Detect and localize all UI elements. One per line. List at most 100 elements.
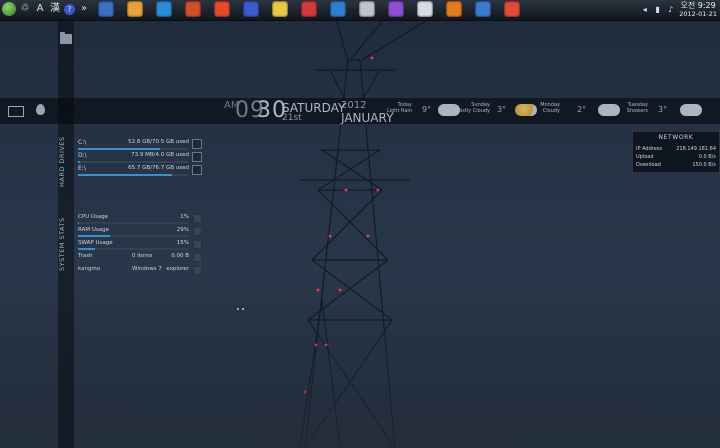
- clock-day: 21st: [282, 113, 302, 123]
- taskbar: ♲ A 漢 ? » ◂ ▮ ♪ 오전 9:29 2012-01-21: [0, 0, 720, 21]
- drive-usage-fill: [78, 148, 161, 150]
- stat-bar: [78, 222, 188, 224]
- stat-value: 1%: [180, 214, 189, 220]
- pinned-app-icon[interactable]: [504, 1, 520, 17]
- volume-icon[interactable]: ♪: [666, 5, 675, 14]
- user-row: kangmo Windows 7 explorer: [78, 266, 202, 278]
- drive-usage-fill: [78, 161, 80, 163]
- pinned-app-icon[interactable]: [98, 1, 114, 17]
- tray-arrow-icon[interactable]: »: [78, 2, 90, 16]
- drive-name: D:\: [78, 152, 87, 159]
- stat-name: SWAP Usage: [78, 240, 113, 246]
- recycle-icon[interactable]: ♲: [19, 2, 31, 16]
- drive-usage: 65.7 GB/76.7 GB used: [128, 165, 189, 171]
- pinned-app-icon[interactable]: [330, 1, 346, 17]
- network-value: 0.0 B/s: [698, 154, 716, 160]
- drive-usage-bar: [78, 161, 188, 163]
- drive-usage-bar: [78, 148, 188, 150]
- user-icon[interactable]: [193, 266, 202, 275]
- drive-c[interactable]: C:\ 52.8 GB/70.5 GB used: [78, 139, 202, 153]
- pinned-app-icon[interactable]: [359, 1, 375, 17]
- network-label: IP Address: [636, 146, 662, 152]
- cpu-usage-row: CPU Usage 1%: [78, 214, 202, 226]
- drive-name: C:\: [78, 139, 87, 146]
- weather-condition: Mostly Cloudy: [454, 108, 490, 114]
- weather-condition: Light Rain: [386, 108, 412, 114]
- network-title: NETWORK: [658, 134, 694, 141]
- drive-icon[interactable]: [192, 152, 202, 162]
- show-hidden-icons-icon[interactable]: ◂: [640, 5, 649, 14]
- drive-usage-fill: [78, 174, 173, 176]
- pinned-app-icon[interactable]: [446, 1, 462, 17]
- network-label: Download: [636, 162, 661, 168]
- folder-icon[interactable]: [60, 32, 72, 44]
- stat-bar-fill: [78, 222, 80, 224]
- stat-name: kangmo: [78, 266, 101, 272]
- stat-bar-fill: [78, 248, 95, 250]
- system-tray: ◂ ▮ ♪ 오전 9:29 2012-01-21: [640, 1, 717, 18]
- stat-value: 29%: [176, 227, 189, 233]
- showers-cloud-icon: [680, 104, 702, 116]
- pinned-app-icon[interactable]: [127, 1, 143, 17]
- network-value: 150.0 B/s: [692, 162, 716, 168]
- pinned-app-icon[interactable]: [272, 1, 288, 17]
- pinned-app-icon[interactable]: [243, 1, 259, 17]
- network-panel: NETWORK IP Address 218.149.181.64 Upload…: [632, 131, 720, 173]
- pinned-app-icon[interactable]: [156, 1, 172, 17]
- stat-middle: 0 items: [132, 253, 153, 259]
- taskbar-left: ♲ A 漢 ? »: [2, 2, 90, 16]
- taskbar-time: 오전 9:29: [680, 1, 716, 10]
- stat-value: 0.00 B: [171, 253, 189, 259]
- system-stats-label: SYSTEM STATS: [58, 217, 66, 271]
- cpu-icon[interactable]: [193, 214, 202, 223]
- drive-d[interactable]: D:\ 73.9 MB/4.0 GB used: [78, 152, 202, 166]
- taskbar-date: 2012-01-21: [679, 10, 717, 18]
- swap-icon[interactable]: [193, 240, 202, 249]
- pinned-app-icon[interactable]: [185, 1, 201, 17]
- stat-name: Trash: [78, 253, 93, 259]
- stat-name: CPU Usage: [78, 214, 109, 220]
- network-label: Upload: [636, 154, 654, 160]
- drive-usage: 52.8 GB/70.5 GB used: [128, 139, 189, 145]
- drive-icon[interactable]: [192, 139, 202, 149]
- swap-usage-row: SWAP Usage 15%: [78, 240, 202, 252]
- stat-bar-fill: [78, 235, 110, 237]
- help-icon[interactable]: ?: [64, 3, 75, 15]
- drive-usage: 73.9 MB/4.0 GB used: [131, 152, 189, 158]
- drive-e[interactable]: E:\ 65.7 GB/76.7 GB used: [78, 165, 202, 179]
- network-tray-icon[interactable]: ▮: [653, 5, 662, 14]
- stat-bar: [78, 235, 188, 237]
- ram-icon[interactable]: [193, 227, 202, 236]
- stat-name: RAM Usage: [78, 227, 109, 233]
- stat-value: explorer: [166, 266, 189, 272]
- stat-value: 15%: [176, 240, 189, 246]
- pinned-app-icon[interactable]: [301, 1, 317, 17]
- trash-row[interactable]: Trash 0 items 0.00 B: [78, 253, 202, 265]
- network-value: 218.149.181.64: [676, 146, 716, 152]
- pinned-app-icon[interactable]: [214, 1, 230, 17]
- pinned-app-icon[interactable]: [475, 1, 491, 17]
- drive-usage-bar: [78, 174, 188, 176]
- pinned-app-icon[interactable]: [388, 1, 404, 17]
- drive-name: E:\: [78, 165, 86, 172]
- drive-icon[interactable]: [192, 165, 202, 175]
- trash-icon[interactable]: [193, 253, 202, 262]
- pinned-apps: [98, 1, 520, 17]
- weather-temp: 2°: [577, 105, 587, 114]
- water-drop-icon[interactable]: [36, 104, 45, 115]
- weather-tuesday: Tuesday Showers 3°: [590, 102, 702, 122]
- start-button[interactable]: [2, 2, 16, 16]
- pinned-app-icon[interactable]: [417, 1, 433, 17]
- language-indicator[interactable]: A: [34, 2, 46, 16]
- taskbar-clock[interactable]: 오전 9:29 2012-01-21: [679, 1, 717, 18]
- ime-indicator[interactable]: 漢: [49, 2, 61, 16]
- weather-temp: 3°: [658, 105, 668, 114]
- fog-overlay: [0, 300, 720, 448]
- ram-usage-row: RAM Usage 29%: [78, 227, 202, 239]
- stat-middle: Windows 7: [132, 266, 162, 272]
- weather-condition: Cloudy: [542, 108, 560, 114]
- terminal-icon[interactable]: [8, 106, 24, 117]
- weather-condition: Showers: [626, 108, 648, 114]
- stat-bar: [78, 248, 188, 250]
- hard-drives-label: HARD DRIVES: [58, 136, 66, 188]
